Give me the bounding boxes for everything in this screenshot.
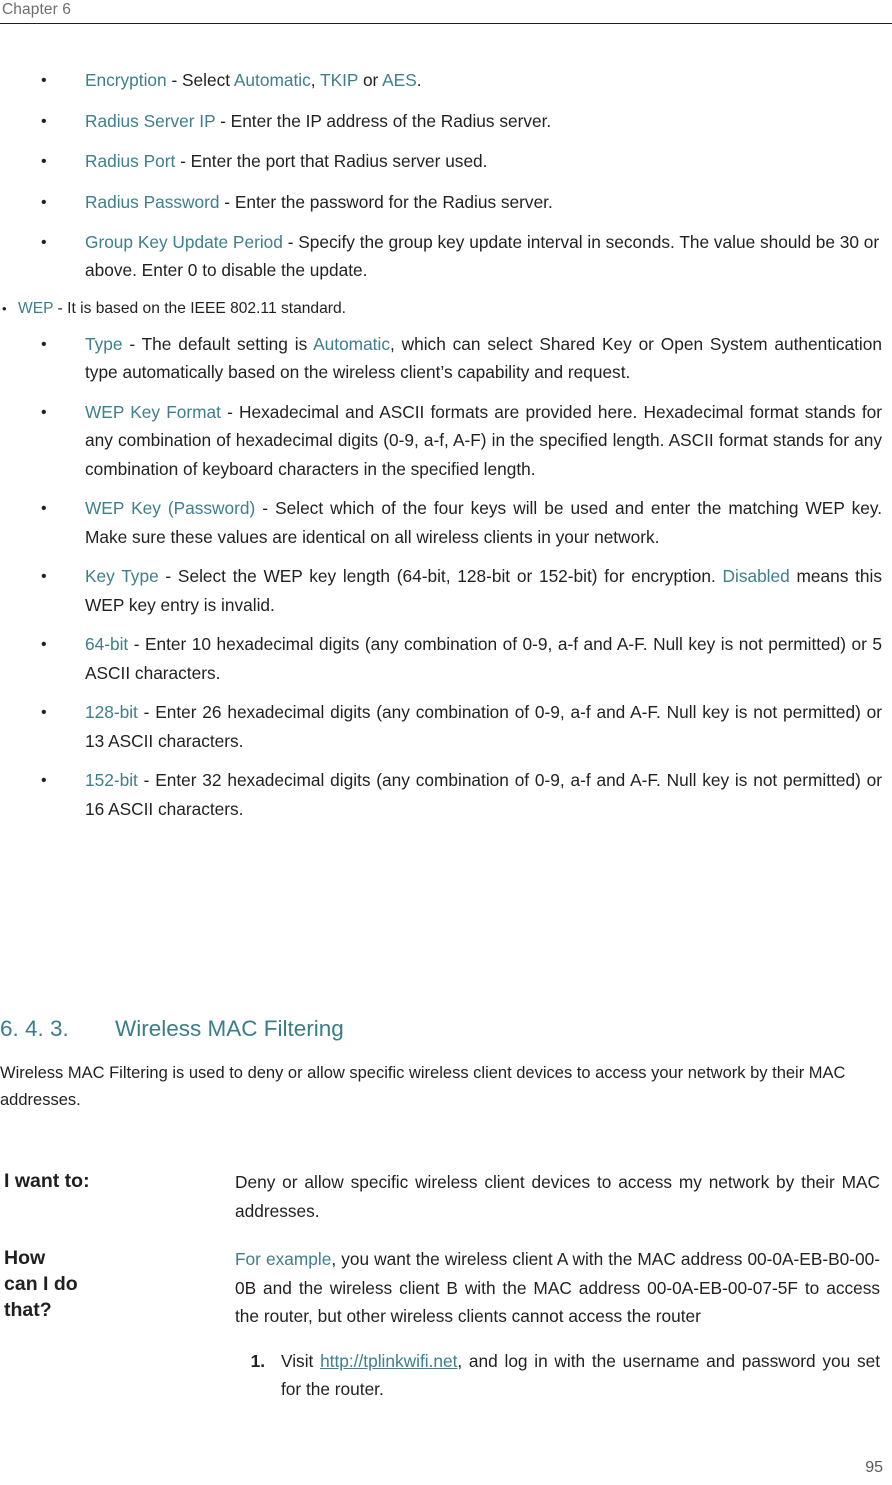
list-item: • 64-bit - Enter 10 hexadecimal digits (a… [0,630,892,687]
list-item-text: Key Type - Select the WEP key length (64… [85,562,892,619]
qa-table: I want to: Deny or allow specific wirele… [0,1168,892,1404]
bullet-text: - Select [166,70,234,90]
section-number: 6. 4. 3. [0,1016,69,1041]
list-item: • Radius Port - Enter the port that Radiu… [0,147,892,175]
page-number: 95 [865,1459,883,1476]
bullet-emphasis: TKIP [320,70,359,90]
qa-label-how: How can I do that? [4,1245,219,1323]
list-item: • Radius Server IP - Enter the IP address… [0,107,892,135]
list-item-text: WEP Key (Password) - Select which of the… [85,494,892,551]
bullet-term: Radius Port [85,151,176,171]
wep-list-item: • WEP - It is based on the IEEE 802.11 st… [0,297,892,321]
list-item: • Type - The default setting is Automatic… [0,330,892,387]
bullet-dot-icon: • [41,636,47,653]
header-divider [0,23,892,24]
bullet-term: 152-bit [85,770,138,790]
bullet-dot-icon: • [41,112,47,130]
list-item: • 128-bit - Enter 26 hexadecimal digits (… [0,698,892,755]
step-number: 1. [250,1350,265,1371]
bullet-term: Key Type [85,566,159,586]
bullet-text: - Enter 26 hexadecimal digits (any combi… [85,702,882,751]
bullet-text: - Enter the port that Radius server used… [175,151,488,171]
bullet-emphasis: AES [382,70,417,90]
list-item-text: 152-bit - Enter 32 hexadecimal digits (a… [85,766,892,823]
list-item-text: WEP Key Format - Hexadecimal and ASCII f… [85,398,892,484]
bullet-term: Encryption [85,70,167,90]
list-item: • Key Type - Select the WEP key length (6… [0,562,892,619]
list-item: • Radius Password - Enter the password fo… [0,188,892,216]
bullet-term: WEP Key (Password) [85,498,256,518]
document-page: Chapter 6 • Encryption - Select Automatic… [0,0,892,1485]
list-item-text: Encryption - Select Automatic, TKIP or A… [85,66,892,94]
bullet-text: - Enter 10 hexadecimal digits (any combi… [85,634,882,683]
qa-label-want: I want to: [4,1170,90,1192]
bullet-text: . [416,70,422,90]
bullet-text: - Enter the IP address of the Radius ser… [215,110,552,131]
list-item: • Group Key Update Period - Specify the g… [0,228,892,284]
bullet-text: - The default setting is [122,333,314,354]
qa-body-how: For example, you want the wireless clien… [235,1245,880,1331]
wep-bullet-row: • WEP - It is based on the IEEE 802.11 st… [0,297,892,321]
bullet-text: - Select the WEP key length (64-bit, 128… [158,566,723,586]
bullet-emphasis: Disabled [722,566,790,586]
bullet-term: Radius Server IP [85,110,216,131]
list-item-text: Radius Password - Enter the password for… [85,188,892,216]
bullet-dot-icon: • [41,500,47,517]
qa-label-how-text: How can I do that? [4,1247,78,1321]
bullet-text: - Enter the password for the Radius serv… [219,191,553,212]
tplink-web-link[interactable]: http://tplinkwifi.net [320,1351,457,1371]
wpa-options-list: • Encryption - Select Automatic, TKIP or … [0,66,892,284]
list-item-text: 128-bit - Enter 26 hexadecimal digits (a… [85,698,892,755]
bullet-dot-icon: • [2,300,7,316]
bullet-emphasis: Automatic [233,70,311,90]
page-content: • Encryption - Select Automatic, TKIP or … [0,66,892,834]
bullet-dot-icon: • [41,772,47,789]
bullet-term: 64-bit [85,634,129,654]
list-item: • Encryption - Select Automatic, TKIP or … [0,66,892,94]
bullet-emphasis: Automatic [313,333,390,354]
step-text: Visit [281,1350,321,1371]
section-title: Wireless MAC Filtering [115,1016,344,1041]
section-intro-paragraph: Wireless MAC Filtering is used to deny o… [0,1064,846,1109]
qa-body-want: Deny or allow specific wireless client d… [235,1172,880,1221]
bullet-dot-icon: • [41,335,47,353]
bullet-dot-icon: • [41,72,47,89]
qa-body-how-text: , you want the wireless client A with th… [235,1249,880,1326]
qa-row-want: I want to: Deny or allow specific wirele… [0,1168,892,1225]
step-item: 1. Visit http://tplinkwifi.net, and log i… [235,1347,880,1404]
bullet-text: - Enter 32 hexadecimal digits (any combi… [85,770,882,819]
chapter-label: Chapter 6 [2,1,71,18]
list-item-text: Radius Server IP - Enter the IP address … [85,107,892,135]
bullet-term: WEP Key Format [85,401,221,422]
bullet-dot-icon: • [41,193,47,211]
list-item-text: Type - The default setting is Automatic,… [85,330,892,387]
bullet-term: WEP [18,299,54,317]
list-item-text: Radius Port - Enter the port that Radius… [85,147,892,175]
bullet-dot-icon: • [41,403,47,421]
bullet-text: , [310,70,321,90]
bullet-dot-icon: • [41,153,47,170]
qa-row-how: How can I do that? For example, you want t… [0,1245,892,1404]
bullet-term: Radius Password [85,191,220,212]
bullet-term: Group Key Update Period [85,232,283,252]
bullet-term: 128-bit [85,702,138,722]
list-item: • WEP Key Format - Hexadecimal and ASCII … [0,398,892,484]
bullet-text: - It is based on the IEEE 802.11 standar… [53,299,346,317]
for-example-emphasis: For example [235,1249,332,1269]
list-item-text: Group Key Update Period - Specify the gr… [85,228,892,284]
bullet-dot-icon: • [41,234,47,251]
list-item: • 152-bit - Enter 32 hexadecimal digits (… [0,766,892,823]
bullet-dot-icon: • [41,704,47,721]
bullet-dot-icon: • [41,568,47,585]
bullet-term: Type [85,333,123,354]
list-item: • WEP Key (Password) - Select which of th… [0,494,892,551]
bullet-text: or [358,70,383,90]
wep-options-list: • Type - The default setting is Automatic… [0,330,892,824]
section-heading: 6. 4. 3. Wireless MAC Filtering [0,1016,892,1042]
list-item-text: WEP - It is based on the IEEE 802.11 sta… [18,297,892,321]
list-item-text: 64-bit - Enter 10 hexadecimal digits (an… [85,630,892,687]
qa-steps-list: 1. Visit http://tplinkwifi.net, and log i… [235,1347,880,1404]
